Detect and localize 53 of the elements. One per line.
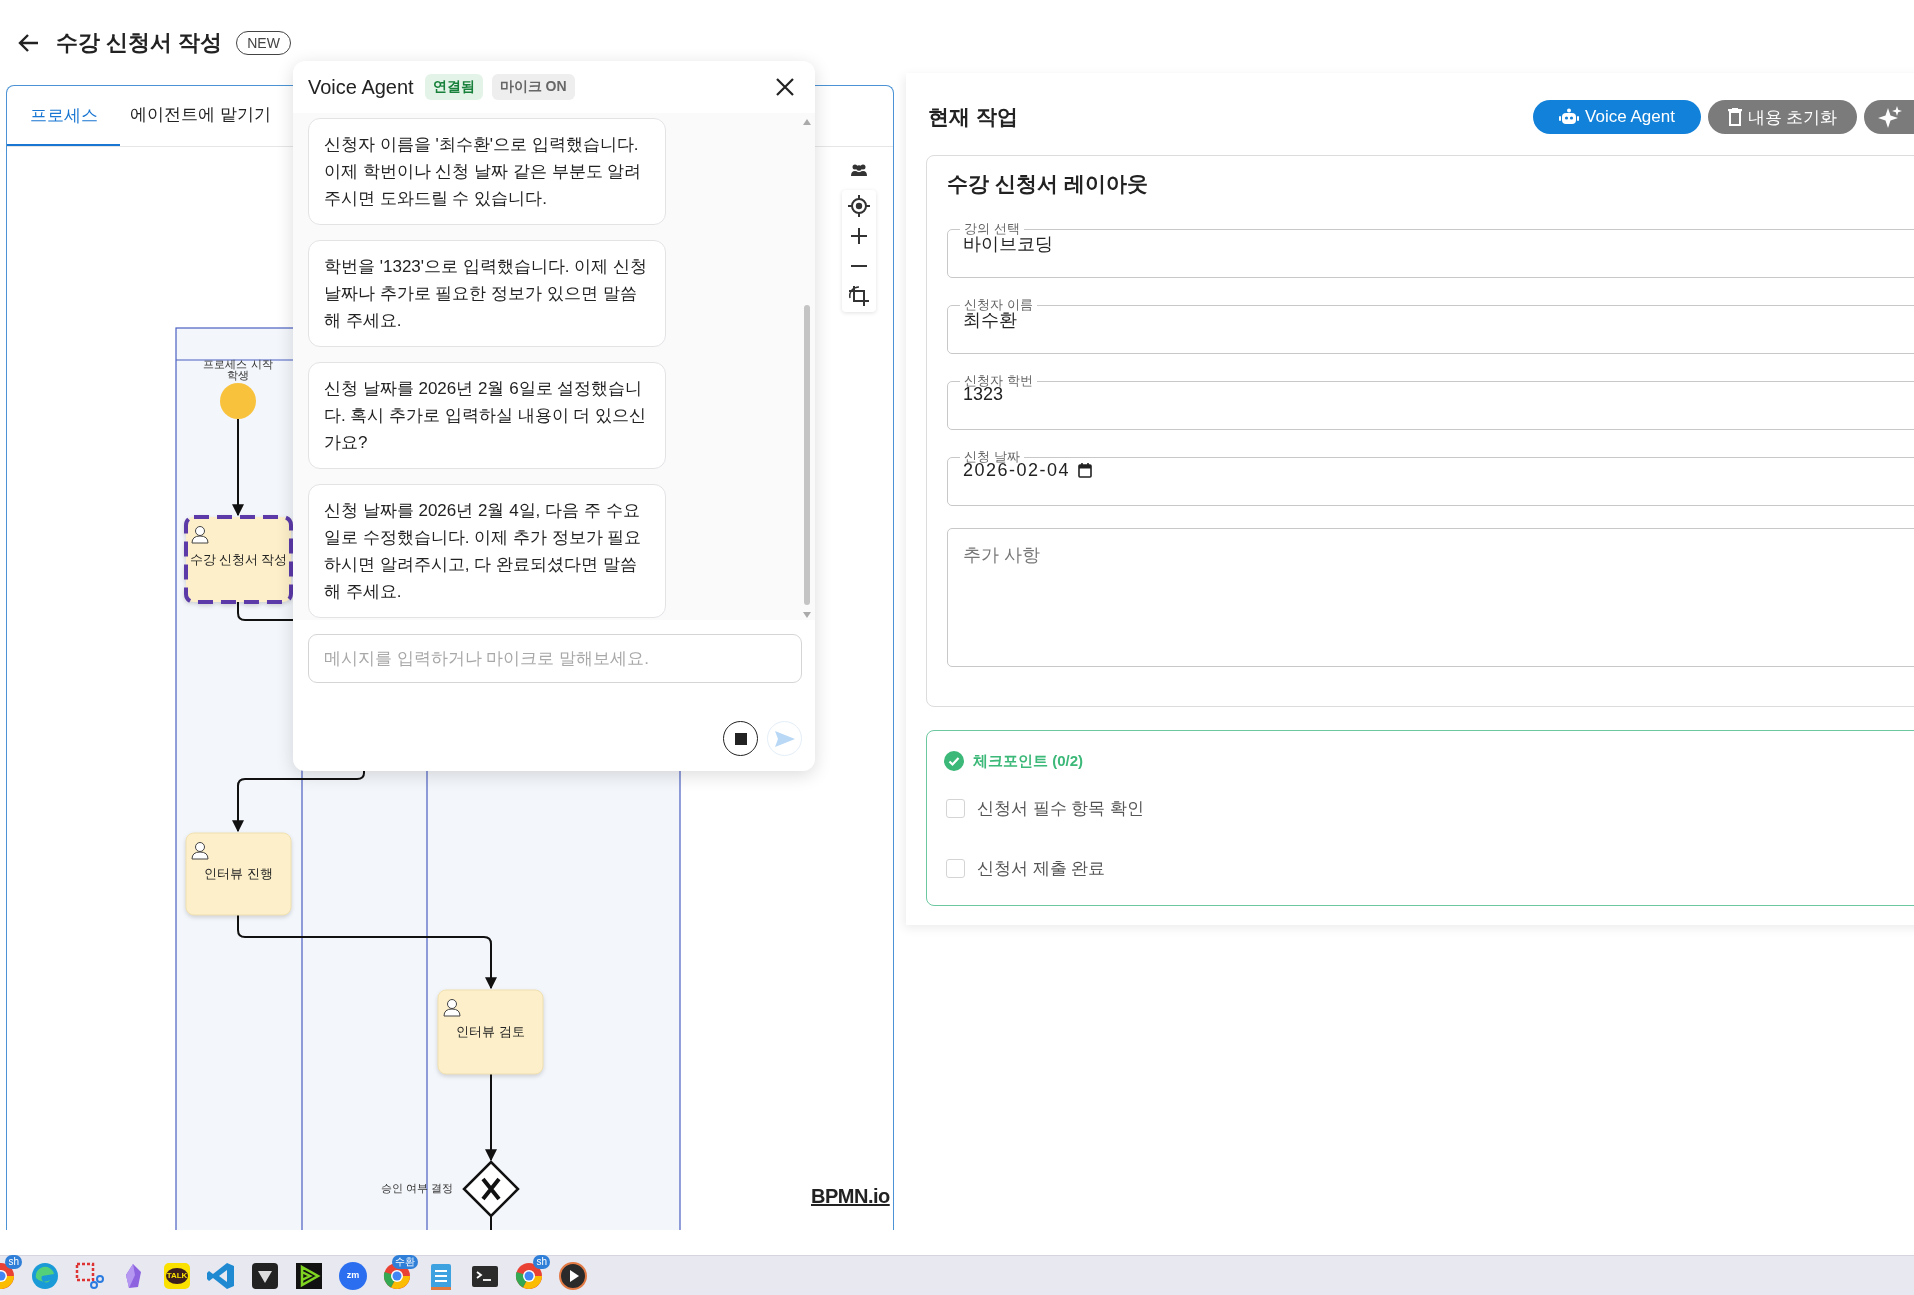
calendar-icon[interactable]	[1078, 463, 1093, 478]
lane-label: 학생	[227, 369, 249, 381]
panel-title: Voice Agent	[308, 75, 414, 99]
event-label: 프로세스 시작	[203, 358, 273, 370]
profile-badge: sh	[5, 1254, 22, 1269]
check-circle-icon	[944, 751, 964, 771]
profile-badge: sh	[533, 1254, 550, 1269]
user-icon	[443, 999, 461, 1017]
trash-icon	[1727, 108, 1742, 126]
date-field[interactable]: 신청 날짜 2026-02-04	[947, 448, 1914, 506]
checkbox[interactable]	[946, 798, 965, 818]
task-node[interactable]	[184, 515, 293, 604]
tab[interactable]: 에이전트에 맡기기	[120, 86, 281, 146]
start-event[interactable]	[220, 383, 256, 419]
message-input[interactable]: 메시지를 입력하거나 마이크로 말해보세요.	[308, 634, 802, 683]
text-field[interactable]: 강의 선택 바이브코딩	[947, 220, 1914, 278]
field-label: 강의 선택	[963, 220, 1021, 236]
voice-agent-button[interactable]: Voice Agent	[1533, 100, 1701, 134]
panel-title: 현재 작업	[927, 104, 1018, 130]
mic-badge: 마이크 ON	[491, 74, 575, 100]
status-badge: 연결됨	[424, 74, 483, 100]
text-field[interactable]: 신청자 이름 최수환	[947, 296, 1914, 354]
stop-icon	[734, 732, 747, 745]
chat-message: 신청 날짜를 2026년 2월 4일, 다음 주 수요일로 수정했습니다. 이제 추가 정보가 필요하시면 알려주시고, 다 완료되셨다면 말씀해 주세요.	[308, 484, 666, 618]
send-icon	[774, 730, 795, 747]
robot-icon	[1559, 108, 1580, 126]
task-label: 인터뷰 진행	[204, 867, 273, 881]
field-label: 신청자 이름	[963, 296, 1034, 312]
page-title: 수강 신청서 작성	[56, 28, 223, 57]
checkpoint-title: 체크포인트 (0/2)	[973, 751, 1083, 771]
reset-button[interactable]: 내용 초기화	[1708, 100, 1857, 134]
form-title: 수강 신청서 레이아웃	[947, 171, 1149, 197]
sparkle-icon	[1878, 106, 1902, 128]
user-icon	[191, 842, 209, 860]
field-label: 신청 날짜	[963, 448, 1020, 464]
checkbox-label: 신청서 제출 완료	[977, 857, 1106, 880]
task-label: 인터뷰 검토	[456, 1025, 525, 1039]
field-label: 신청자 학번	[963, 372, 1034, 388]
exclusive-gateway[interactable]	[462, 1160, 520, 1218]
chat-message: 신청자 이름을 '최수환'으로 입력했습니다. 이제 학번이나 신청 날짜 같은 부분도 알려주시면 도와드릴 수 있습니다.	[308, 118, 666, 225]
stop-button[interactable]	[723, 721, 758, 756]
user-icon	[191, 526, 209, 544]
notes-field[interactable]: 추가 사항	[947, 528, 1914, 667]
chat-message: 신청 날짜를 2026년 2월 6일로 설정했습니다. 혹시 추가로 입력하실 내용이 더 있으신가요?	[308, 362, 666, 469]
profile-badge: 수환	[392, 1254, 418, 1269]
tab[interactable]: 프로세스	[7, 86, 120, 146]
text-field[interactable]: 신청자 학번 1323	[947, 372, 1914, 430]
gateway-label: 승인 여부 결정	[380, 1182, 453, 1194]
task-label: 수강 신청서 작성	[189, 552, 288, 567]
checkbox[interactable]	[946, 858, 965, 878]
bpmn-logo[interactable]: BPMN.io	[811, 1185, 890, 1207]
chat-message: 학번을 '1323'으로 입력했습니다. 이제 신청 날짜나 추가로 필요한 정보가 있으면 말씀해 주세요.	[308, 240, 666, 347]
checkbox-label: 신청서 필수 항목 확인	[977, 797, 1145, 820]
